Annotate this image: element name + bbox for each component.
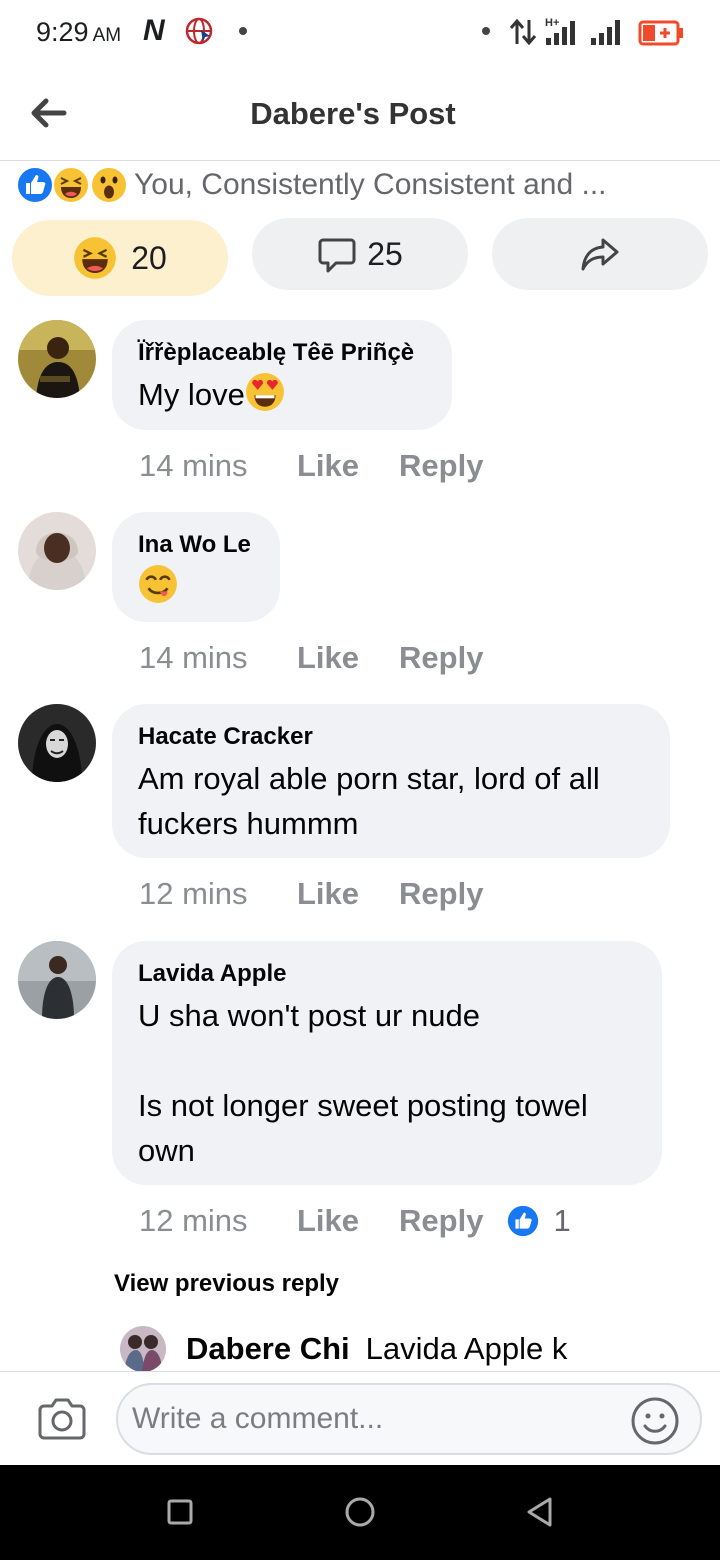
status-bar: 9:29 AM N H+ xyxy=(0,0,720,66)
avatar[interactable] xyxy=(18,941,96,1019)
like-link[interactable]: Like xyxy=(297,1203,359,1239)
page-title: Dabere's Post xyxy=(250,96,456,131)
back-nav-icon[interactable] xyxy=(520,1492,560,1532)
heart-eyes-emoji xyxy=(245,373,284,411)
system-navigation-bar xyxy=(0,1465,720,1560)
comment-line: Is not longer sweet posting towel xyxy=(138,1088,588,1123)
comment-input[interactable] xyxy=(116,1383,702,1455)
comment-bubble[interactable]: Hacate Cracker Am royal able porn star, … xyxy=(112,704,670,858)
notification-dot xyxy=(482,27,490,35)
yum-emoji xyxy=(139,565,177,603)
carrier-n-icon: N xyxy=(143,14,165,47)
commenter-name[interactable]: Hacate Cracker xyxy=(138,722,644,752)
comment-text: U sha won't post ur nude Is not longer s… xyxy=(138,993,636,1173)
reaction-summary[interactable]: You, Consistently Consistent and ... xyxy=(16,164,706,206)
comment-icon xyxy=(318,238,356,273)
avatar[interactable] xyxy=(18,320,96,398)
view-previous-reply-link[interactable]: View previous reply xyxy=(114,1270,339,1298)
comment-text: Am royal able porn star, lord of all fuc… xyxy=(138,756,644,846)
comment-bubble[interactable]: Ina Wo Le xyxy=(112,512,280,622)
reaction-icons xyxy=(16,166,132,204)
comment-line: Am royal able porn star, lord of all xyxy=(138,761,600,796)
comment-bubble[interactable]: Ïřřèplaceablę Têē Priñçè My love xyxy=(112,320,452,430)
commenter-name[interactable]: Ina Wo Le xyxy=(138,530,254,560)
reaction-names: You, Consistently Consistent and ... xyxy=(134,168,607,201)
status-time-value: 9:29 xyxy=(36,17,89,47)
like-link[interactable]: Like xyxy=(297,448,359,484)
comment-like-count[interactable]: 1 xyxy=(507,1203,571,1239)
comment-time[interactable]: 12 mins xyxy=(139,876,297,912)
home-icon[interactable] xyxy=(340,1492,380,1532)
haha-count: 20 xyxy=(131,239,167,276)
comment-line: own xyxy=(138,1133,195,1168)
haha-reaction-button[interactable]: 20 xyxy=(12,220,228,296)
reply-author-name[interactable]: Dabere Chi xyxy=(186,1331,350,1367)
comment-text: My love xyxy=(138,372,426,417)
comment-time[interactable]: 14 mins xyxy=(139,640,297,676)
haha-icon xyxy=(52,166,90,204)
like-icon xyxy=(508,1205,539,1237)
emoji-picker-icon[interactable] xyxy=(630,1396,680,1446)
comment-time[interactable]: 14 mins xyxy=(139,448,297,484)
reply-text: Lavida Apple k xyxy=(365,1331,568,1366)
reply-preview[interactable]: Dabere Chi Lavida Apple k xyxy=(120,1326,567,1372)
comment-meta: 14 mins Like Reply xyxy=(139,448,523,484)
wow-icon xyxy=(90,166,128,204)
post-header: Dabere's Post xyxy=(0,66,720,161)
comment-meta: 12 mins Like Reply 1 xyxy=(139,1203,571,1239)
reply-link[interactable]: Reply xyxy=(399,448,483,484)
avatar[interactable] xyxy=(18,704,96,782)
commenter-name[interactable]: Lavida Apple xyxy=(138,959,636,989)
comment-bubble[interactable]: Lavida Apple U sha won't post ur nude Is… xyxy=(112,941,662,1185)
commenter-name[interactable]: Ïřřèplaceablę Têē Priñçè xyxy=(138,338,426,368)
comment-line xyxy=(138,1038,636,1083)
reply-link[interactable]: Reply xyxy=(399,640,483,676)
network-type-label: H+ xyxy=(545,17,559,29)
share-button[interactable] xyxy=(492,218,708,290)
like-link[interactable]: Like xyxy=(297,640,359,676)
avatar[interactable] xyxy=(18,512,96,590)
signal-bars-icon xyxy=(591,20,620,45)
comment-time[interactable]: 12 mins xyxy=(139,1203,297,1239)
comment-text-value: My love xyxy=(138,377,245,412)
like-count-value: 1 xyxy=(553,1203,571,1238)
like-link[interactable]: Like xyxy=(297,876,359,912)
camera-icon[interactable] xyxy=(36,1396,88,1442)
battery-charging-icon xyxy=(638,20,683,46)
comment-line: U sha won't post ur nude xyxy=(138,998,480,1033)
comment-line: fuckers hummm xyxy=(138,806,359,841)
comment-meta: 14 mins Like Reply xyxy=(139,640,523,676)
notification-dot xyxy=(239,27,247,35)
globe-icon xyxy=(185,17,213,45)
haha-icon xyxy=(74,237,117,279)
status-time: 9:29 AM xyxy=(36,17,121,48)
reply-link[interactable]: Reply xyxy=(399,1203,483,1239)
comment-composer xyxy=(0,1371,720,1465)
avatar[interactable] xyxy=(120,1326,166,1372)
reply-link[interactable]: Reply xyxy=(399,876,483,912)
like-icon xyxy=(16,166,54,204)
comment-text xyxy=(138,564,254,609)
data-transfer-icon xyxy=(509,18,537,46)
share-icon xyxy=(581,238,619,271)
comment-meta: 12 mins Like Reply xyxy=(139,876,523,912)
comment-button[interactable]: 25 xyxy=(252,218,468,290)
signal-h-plus-icon: H+ xyxy=(545,17,575,45)
recent-apps-icon[interactable] xyxy=(160,1492,200,1532)
comment-count: 25 xyxy=(367,235,403,272)
status-ampm: AM xyxy=(92,25,122,46)
